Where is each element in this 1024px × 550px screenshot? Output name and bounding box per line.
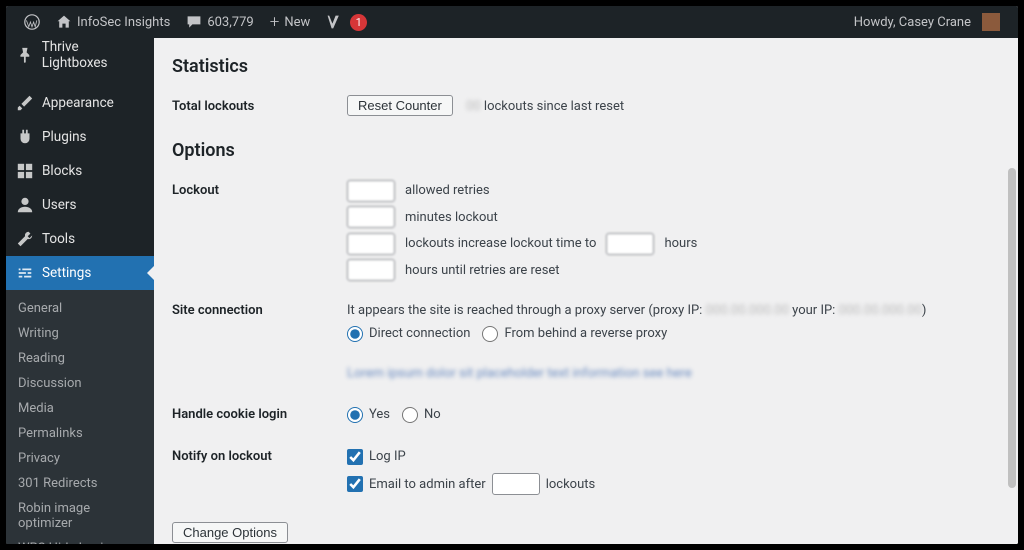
sidebar-item-label: Appearance (42, 95, 114, 111)
howdy-text: Howdy, Casey Crane (854, 15, 971, 30)
submenu-discussion[interactable]: Discussion (6, 371, 154, 396)
cookie-login-label: Handle cookie login (172, 403, 347, 422)
submenu-permalinks[interactable]: Permalinks (6, 421, 154, 446)
brush-icon (16, 94, 34, 112)
sidebar-item-label: Blocks (42, 163, 82, 179)
minutes-lockout-input[interactable] (347, 206, 395, 228)
sidebar-item-label: Users (42, 197, 76, 213)
comments-count: 603,779 (207, 15, 253, 30)
lockouts-increase-input[interactable] (347, 233, 395, 255)
lockouts-increase-hours-input[interactable] (606, 233, 654, 255)
your-ip: 000.00.000.00 (839, 303, 922, 318)
comments-link[interactable]: 603,779 (178, 6, 261, 38)
admin-sidebar: Thrive Lightboxes Appearance Plugins Blo… (6, 38, 154, 544)
notify-label: Notify on lockout (172, 445, 347, 464)
connection-help-blurred: Lorem ipsum dolor sit placeholder text i… (347, 362, 1000, 385)
sliders-icon (16, 264, 34, 282)
options-heading: Options (172, 140, 1000, 161)
site-connection-notice: It appears the site is reached through a… (347, 299, 1000, 322)
site-name-link[interactable]: InfoSec Insights (48, 6, 178, 38)
user-icon (16, 196, 34, 214)
allowed-retries-text: allowed retries (405, 179, 490, 202)
email-admin-post: lockouts (546, 473, 596, 496)
statistics-heading: Statistics (172, 56, 1000, 77)
scrollbar[interactable] (1006, 38, 1018, 544)
cookie-yes-text: Yes (369, 403, 390, 426)
total-lockouts-label: Total lockouts (172, 95, 347, 114)
direct-connection-radio[interactable] (347, 326, 363, 342)
lockouts-count: 00 (466, 99, 481, 114)
plug-icon (16, 128, 34, 146)
grid-icon (16, 162, 34, 180)
cookie-yes-radio[interactable] (347, 407, 363, 423)
email-admin-count-input[interactable] (492, 473, 540, 495)
submenu-privacy[interactable]: Privacy (6, 446, 154, 471)
sidebar-item-tools[interactable]: Tools (6, 222, 154, 256)
plus-icon: + (270, 12, 280, 32)
yoast-badge: 1 (350, 14, 367, 31)
admin-toolbar: InfoSec Insights 603,779 + New 1 Howdy, … (6, 6, 1018, 38)
sidebar-item-label: Tools (42, 231, 75, 247)
site-connection-label: Site connection (172, 299, 347, 318)
yoast-link[interactable]: 1 (318, 6, 375, 38)
change-options-button[interactable]: Change Options (172, 522, 288, 543)
reverse-proxy-text: From behind a reverse proxy (504, 322, 667, 345)
wordpress-icon (24, 14, 40, 30)
home-icon (56, 14, 72, 30)
email-admin-checkbox[interactable] (347, 476, 363, 492)
wp-logo[interactable] (16, 6, 48, 38)
cookie-no-text: No (424, 403, 441, 426)
submenu-301[interactable]: 301 Redirects (6, 471, 154, 496)
sidebar-item-label: Settings (42, 265, 91, 281)
settings-submenu: General Writing Reading Discussion Media… (6, 290, 154, 544)
submenu-reading[interactable]: Reading (6, 346, 154, 371)
reset-counter-button[interactable]: Reset Counter (347, 95, 453, 116)
submenu-general[interactable]: General (6, 296, 154, 321)
sidebar-item-settings[interactable]: Settings (6, 256, 154, 290)
hours-reset-input[interactable] (347, 259, 395, 281)
cookie-no-radio[interactable] (402, 407, 418, 423)
sidebar-item-blocks[interactable]: Blocks (6, 154, 154, 188)
submenu-media[interactable]: Media (6, 396, 154, 421)
wp-admin-frame: InfoSec Insights 603,779 + New 1 Howdy, … (6, 6, 1018, 544)
log-ip-text: Log IP (369, 445, 406, 468)
sidebar-item-users[interactable]: Users (6, 188, 154, 222)
reverse-proxy-radio[interactable] (482, 326, 498, 342)
new-content-link[interactable]: + New (262, 6, 319, 38)
hours-reset-text: hours until retries are reset (405, 259, 560, 282)
settings-content: Statistics Total lockouts Reset Counter … (154, 38, 1018, 544)
scrollbar-thumb[interactable] (1008, 168, 1016, 488)
lockouts-increase-post: hours (664, 232, 697, 255)
submenu-wps-hide[interactable]: WPS Hide Login (6, 536, 154, 544)
avatar (982, 13, 1000, 31)
minutes-lockout-text: minutes lockout (405, 206, 498, 229)
wrench-icon (16, 230, 34, 248)
allowed-retries-input[interactable] (347, 180, 395, 202)
lockouts-increase-pre: lockouts increase lockout time to (405, 232, 596, 255)
sidebar-item-thrive-lightboxes[interactable]: Thrive Lightboxes (6, 38, 154, 72)
sidebar-item-plugins[interactable]: Plugins (6, 120, 154, 154)
pin-icon (16, 46, 34, 64)
submenu-robin[interactable]: Robin image optimizer (6, 496, 154, 536)
log-ip-checkbox[interactable] (347, 449, 363, 465)
new-label: New (284, 15, 310, 30)
sidebar-item-label: Plugins (42, 129, 87, 145)
email-admin-pre: Email to admin after (369, 473, 486, 496)
lockout-label: Lockout (172, 179, 347, 198)
my-account-link[interactable]: Howdy, Casey Crane (846, 6, 1008, 38)
site-name-text: InfoSec Insights (77, 15, 170, 30)
comment-icon (186, 14, 202, 30)
direct-connection-text: Direct connection (369, 322, 470, 345)
yoast-icon (326, 14, 342, 30)
submenu-writing[interactable]: Writing (6, 321, 154, 346)
sidebar-item-label: Thrive Lightboxes (42, 39, 146, 71)
proxy-ip: 000.00.000.00 (706, 303, 789, 318)
sidebar-item-appearance[interactable]: Appearance (6, 86, 154, 120)
lockouts-since-text: lockouts since last reset (484, 99, 624, 114)
